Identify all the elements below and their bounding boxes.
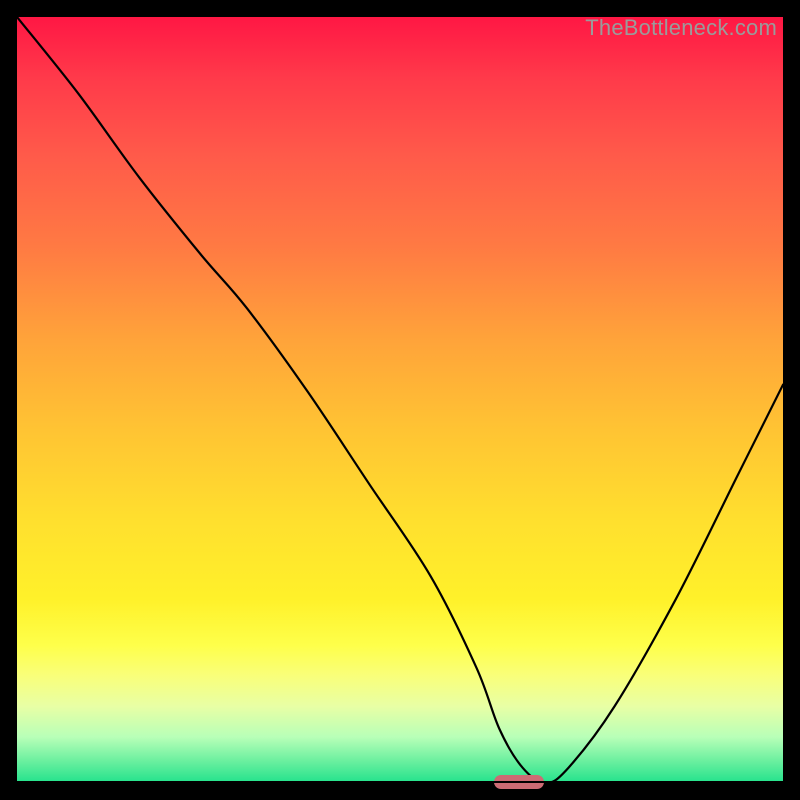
bottleneck-curve: [17, 17, 783, 783]
x-axis-baseline: [17, 781, 783, 783]
chart-frame: TheBottleneck.com: [0, 0, 800, 800]
plot-area: TheBottleneck.com: [17, 17, 783, 783]
watermark-text: TheBottleneck.com: [585, 15, 777, 41]
